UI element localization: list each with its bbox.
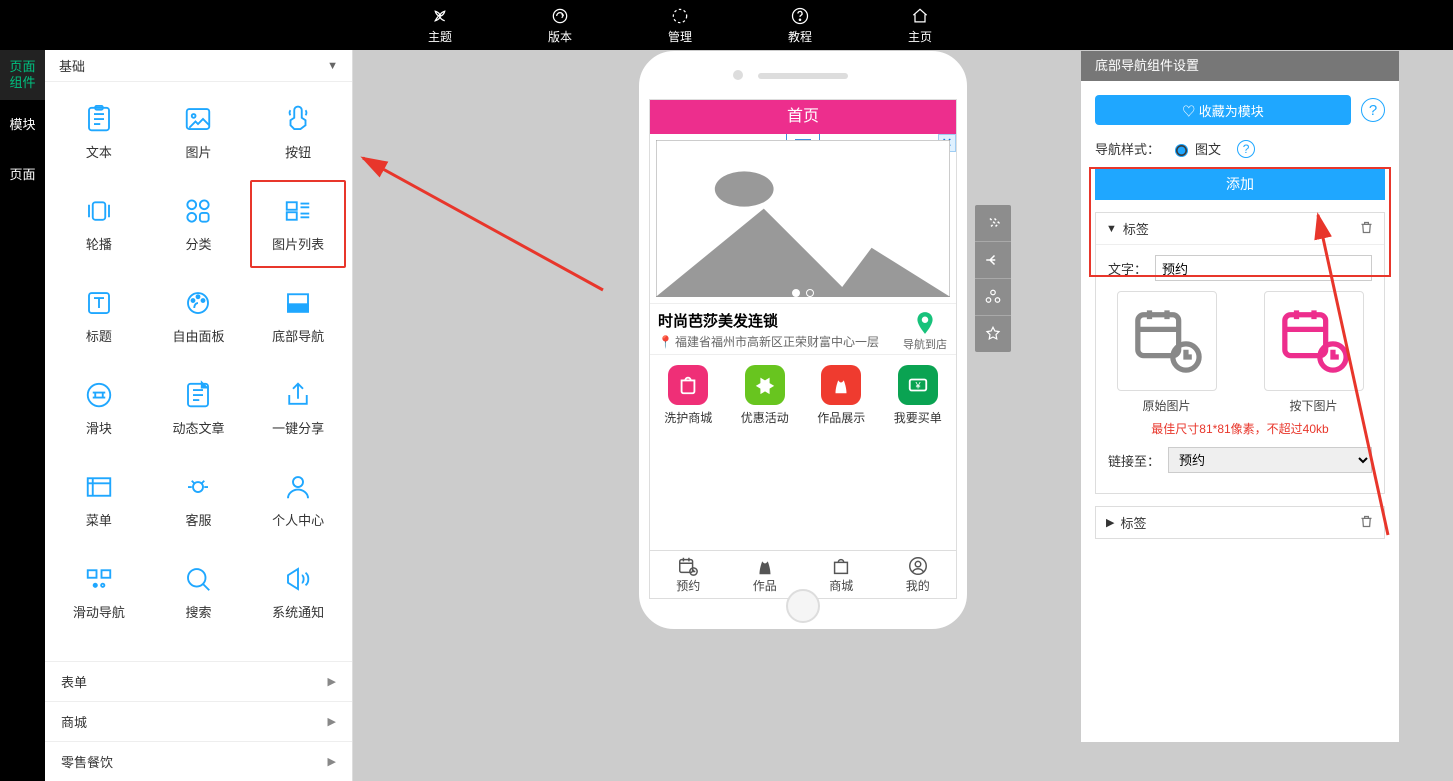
nav-style-radio[interactable] xyxy=(1175,144,1188,157)
text-field-label: 文字： xyxy=(1108,259,1147,278)
add-button[interactable]: 添加 xyxy=(1095,168,1385,200)
comp-image-list[interactable]: 图片列表 xyxy=(250,180,346,268)
chevron-right-icon: ▶ xyxy=(328,675,336,688)
store-name: 时尚芭莎美发连锁 xyxy=(658,310,879,331)
comp-free-panel[interactable]: 自由面板 xyxy=(151,272,247,360)
comp-category[interactable]: 分类 xyxy=(151,180,247,268)
topbar-tutorial-label: 教程 xyxy=(788,30,812,44)
tab-mall[interactable]: 商城 xyxy=(803,551,880,598)
topbar-home[interactable]: 主页 xyxy=(860,6,980,45)
nav-page[interactable]: 页面 xyxy=(0,150,45,200)
nav-style-row: 导航样式： 图文 ? xyxy=(1095,139,1385,158)
image-placeholder-icon xyxy=(656,140,950,297)
palette-section-form[interactable]: 表单▶ xyxy=(45,661,352,701)
canvas[interactable]: 首页 ✕ 时尚芭莎美发连锁 福建省 xyxy=(353,50,1453,781)
store-info: 时尚芭莎美发连锁 福建省福州市高新区正荣财富中心一层 导航到店 xyxy=(650,304,956,355)
component-palette: 基础 ▼ 文本 图片 按钮 xyxy=(45,50,353,781)
quick-works[interactable]: 作品展示 xyxy=(811,365,871,426)
comp-carousel[interactable]: 轮播 xyxy=(51,180,147,268)
comp-dynamic-article[interactable]: 动态文章 xyxy=(151,364,247,452)
quick-wash-mall[interactable]: 洗护商城 xyxy=(658,365,718,426)
comp-support[interactable]: 客服 xyxy=(151,456,247,544)
store-address: 福建省福州市高新区正荣财富中心一层 xyxy=(658,333,879,350)
tag-label: 标签 xyxy=(1120,513,1146,532)
tool-back-icon[interactable] xyxy=(975,242,1011,278)
quick-pay[interactable]: ¥我要买单 xyxy=(888,365,948,426)
tab-mine[interactable]: 我的 xyxy=(880,551,957,598)
comp-share[interactable]: 一键分享 xyxy=(250,364,346,452)
comp-text[interactable]: 文本 xyxy=(51,88,147,176)
tool-forward-icon[interactable] xyxy=(975,205,1011,241)
comp-search[interactable]: 搜索 xyxy=(151,548,247,636)
left-nav-rail: 页面 组件 模块 页面 xyxy=(0,50,45,781)
chevron-right-icon: ▶ xyxy=(328,715,336,728)
canvas-side-toolbar xyxy=(975,205,1011,352)
palette-section-basic[interactable]: 基础 ▼ xyxy=(45,50,352,82)
settings-panel: 底部导航组件设置 ♡ 收藏为模块 ? 导航样式： 图文 ? 添加 ▼ 标签 xyxy=(1080,50,1400,743)
help-icon[interactable]: ? xyxy=(1237,140,1255,158)
phone-preview: 首页 ✕ 时尚芭莎美发连锁 福建省 xyxy=(638,50,968,630)
trash-icon[interactable] xyxy=(1359,220,1374,238)
svg-text:¥: ¥ xyxy=(914,381,921,391)
nav-page-components[interactable]: 页面 组件 xyxy=(0,50,45,100)
quick-promo[interactable]: 优惠活动 xyxy=(735,365,795,426)
comp-slider[interactable]: 滑块 xyxy=(51,364,147,452)
tab-appointment[interactable]: 预约 xyxy=(650,551,727,598)
comp-bottom-nav[interactable]: 底部导航 xyxy=(250,272,346,360)
comp-title[interactable]: 标题 xyxy=(51,272,147,360)
topbar-home-label: 主页 xyxy=(908,30,932,44)
help-icon[interactable]: ? xyxy=(1361,98,1385,122)
nav-module[interactable]: 模块 xyxy=(0,100,45,150)
topbar-version-label: 版本 xyxy=(548,30,572,44)
tool-star-icon[interactable] xyxy=(975,316,1011,352)
chevron-down-icon: ▼ xyxy=(327,60,338,72)
topbar-manage[interactable]: 管理 xyxy=(620,6,740,45)
pressed-image-picker[interactable] xyxy=(1264,291,1364,391)
quick-links: 洗护商城 优惠活动 作品展示 ¥我要买单 xyxy=(650,355,956,436)
chevron-right-icon: ▶ xyxy=(328,755,336,768)
palette-section-mall[interactable]: 商城▶ xyxy=(45,701,352,741)
screen-title: 首页 xyxy=(650,100,956,134)
topbar-theme-label: 主题 xyxy=(428,30,452,44)
tool-modules-icon[interactable] xyxy=(975,279,1011,315)
size-hint: 最佳尺寸81*81像素，不超过40kb xyxy=(1108,420,1372,437)
panel-title: 底部导航组件设置 xyxy=(1081,51,1399,81)
comp-button[interactable]: 按钮 xyxy=(250,88,346,176)
topbar-theme[interactable]: 主题 xyxy=(380,6,500,45)
pressed-image-label: 按下图片 xyxy=(1264,397,1364,414)
link-field-label: 链接至： xyxy=(1108,451,1160,470)
phone-home-button xyxy=(786,589,820,623)
palette-section-retail[interactable]: 零售餐饮▶ xyxy=(45,741,352,781)
annotation-arrow-1 xyxy=(353,140,623,300)
comp-notification[interactable]: 系统通知 xyxy=(250,548,346,636)
comp-image[interactable]: 图片 xyxy=(151,88,247,176)
tag-header-label: 标签 xyxy=(1123,219,1149,238)
original-image-label: 原始图片 xyxy=(1117,397,1217,414)
comp-profile[interactable]: 个人中心 xyxy=(250,456,346,544)
chevron-right-icon: ▶ xyxy=(1106,516,1114,529)
chevron-down-icon[interactable]: ▼ xyxy=(1106,223,1117,235)
tag-block-expanded: ▼ 标签 文字： 原始图片 xyxy=(1095,212,1385,494)
palette-section-basic-label: 基础 xyxy=(59,56,85,75)
nav-style-label: 导航样式： xyxy=(1095,139,1160,158)
text-input[interactable] xyxy=(1155,255,1372,281)
original-image-picker[interactable] xyxy=(1117,291,1217,391)
comp-menu[interactable]: 菜单 xyxy=(51,456,147,544)
trash-icon[interactable] xyxy=(1359,514,1374,532)
tag-block-collapsed[interactable]: ▶ 标签 xyxy=(1095,506,1385,539)
nav-style-option[interactable]: 图文 xyxy=(1170,139,1221,158)
topbar-tutorial[interactable]: 教程 xyxy=(740,6,860,45)
hero-carousel[interactable]: ✕ xyxy=(650,134,956,304)
favorite-button[interactable]: ♡ 收藏为模块 xyxy=(1095,95,1351,125)
carousel-dots xyxy=(792,289,814,297)
tab-works[interactable]: 作品 xyxy=(727,551,804,598)
link-select[interactable]: 预约 xyxy=(1168,447,1372,473)
store-navigate[interactable]: 导航到店 xyxy=(902,310,948,352)
topbar-version[interactable]: 版本 xyxy=(500,6,620,45)
comp-scroll-nav[interactable]: 滑动导航 xyxy=(51,548,147,636)
topbar-manage-label: 管理 xyxy=(668,30,692,44)
top-toolbar: 主题 版本 管理 教程 主页 xyxy=(0,0,1453,50)
